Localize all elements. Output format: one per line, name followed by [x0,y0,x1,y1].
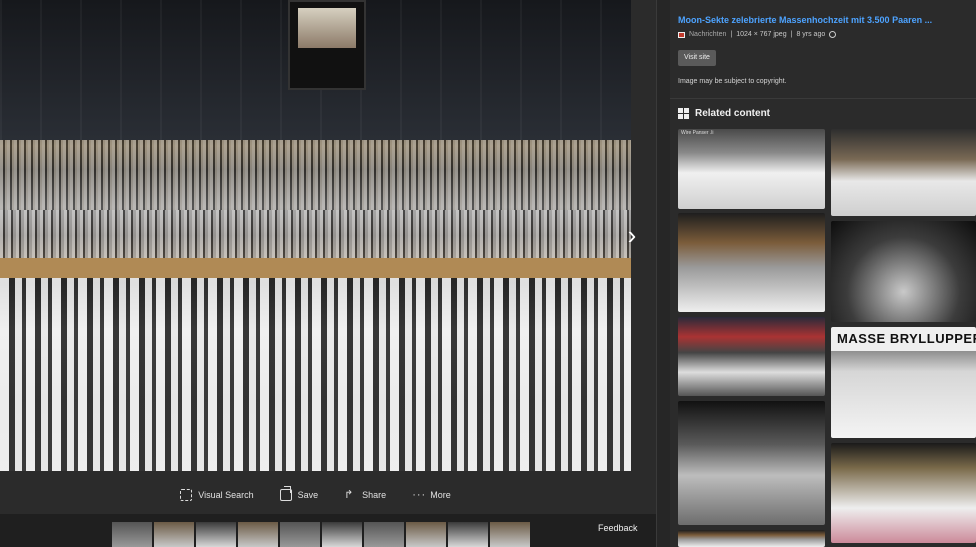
share-button[interactable]: ↱ Share [344,489,386,501]
share-icon: ↱ [344,489,354,501]
filmstrip-thumbnail[interactable] [154,522,194,547]
image-meta: Nachrichten | 1024 × 767 jpeg | 8 yrs ag… [678,31,837,38]
meta-separator: | [790,31,793,38]
source-name[interactable]: Nachrichten [689,31,726,38]
more-icon: ··· [412,489,427,501]
copyright-notice: Image may be subject to copyright. [678,78,787,85]
image-title-link[interactable]: Moon-Sekte zelebrierte Massenhochzeit mi… [678,15,932,25]
filmstrip-thumbnail[interactable] [322,522,362,547]
filmstrip-thumbnail[interactable] [196,522,236,547]
more-button[interactable]: ··· More [412,489,451,501]
lower-stands [0,210,631,258]
filmstrip-thumbnail[interactable] [112,522,152,547]
related-image[interactable] [678,213,825,312]
visual-search-button[interactable]: Visual Search [180,489,254,501]
related-content-header: Related content [670,98,976,128]
clock-icon [829,31,837,38]
visual-search-label: Visual Search [198,490,254,500]
filmstrip-thumbnail[interactable] [238,522,278,547]
share-label: Share [362,490,387,500]
filmstrip-thumbnail[interactable] [448,522,488,547]
visit-site-button[interactable]: Visit site [678,50,716,66]
image-dimensions: 1024 × 767 jpeg [736,31,787,38]
filmstrip-thumbnail[interactable] [280,522,320,547]
save-icon [279,486,292,501]
image-actions-bar: Visual Search Save ↱ Share ··· More [0,478,631,512]
visual-search-icon [180,489,193,501]
main-image[interactable] [0,0,631,471]
panel-divider [656,0,670,547]
related-image[interactable]: Wire Panser .li [678,129,825,209]
related-image[interactable] [678,401,825,525]
related-image-watermark: Wire Panser .li [681,130,714,136]
related-image[interactable] [831,443,976,543]
grid-icon [678,108,689,119]
related-content-title: Related content [695,108,771,119]
related-image[interactable] [678,317,825,396]
filmstrip-thumbnail[interactable] [490,522,530,547]
source-favicon-icon [678,31,685,38]
related-image[interactable] [831,129,976,216]
save-label: Save [297,490,319,500]
next-image-arrow-icon[interactable]: › [618,220,646,250]
more-label: More [430,490,451,500]
image-detail-view: › Visual Search Save ↱ Share ··· More Fe… [0,0,976,547]
image-viewer: › Visual Search Save ↱ Share ··· More Fe… [0,0,656,547]
details-panel: Moon-Sekte zelebrierte Massenhochzeit mi… [670,0,976,547]
upper-stands [0,140,631,210]
related-image[interactable] [831,221,976,322]
filmstrip-thumbnail[interactable] [364,522,404,547]
save-button[interactable]: Save [279,486,319,501]
meta-separator: | [730,31,733,38]
feedback-link[interactable]: Feedback [598,523,638,533]
related-image-caption: MASSE BRYLLUPPER [831,327,976,351]
related-image[interactable] [678,530,825,547]
related-image[interactable]: MASSE BRYLLUPPER [831,327,976,438]
filmstrip-thumbnail[interactable] [406,522,446,547]
jumbotron [288,0,366,90]
wedding-couples [0,278,631,471]
balcony-band [0,258,631,278]
filmstrip [0,514,656,547]
image-age: 8 yrs ago [796,31,826,38]
